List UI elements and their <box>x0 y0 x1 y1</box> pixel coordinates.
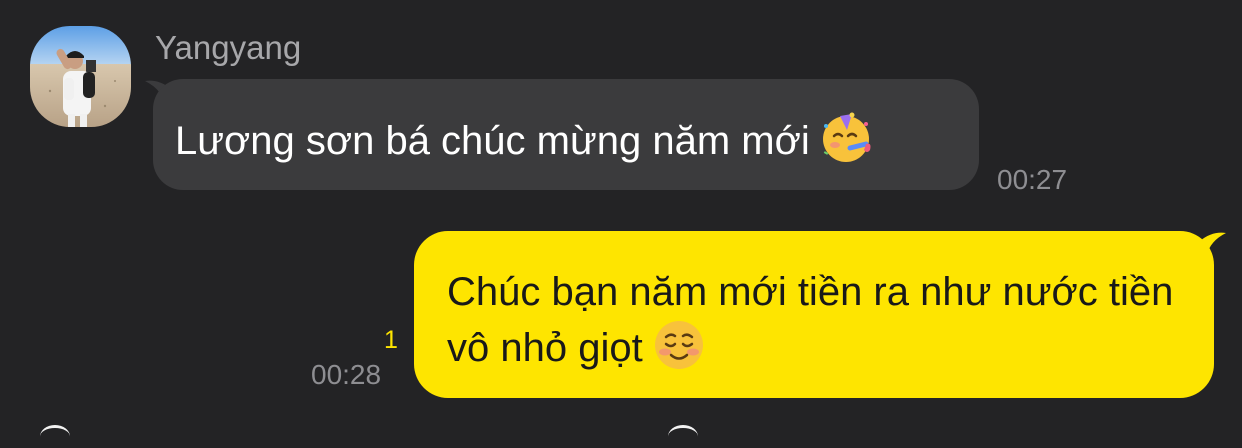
unread-count-badge: 1 <box>384 326 398 354</box>
partying-face-emoji <box>820 112 872 164</box>
next-element-edge <box>668 425 698 448</box>
incoming-message-text: Lương sơn bá chúc mừng năm mới <box>175 119 810 163</box>
incoming-message: Lương sơn bá chúc mừng năm mới <box>175 112 872 164</box>
incoming-message-time: 00:27 <box>997 164 1068 195</box>
next-avatar-edge <box>40 425 70 448</box>
outgoing-message: Chúc bạn năm mới tiền ra như nước tiền v… <box>447 266 1207 375</box>
profile-photo-beach <box>30 26 131 127</box>
incoming-message-bubble[interactable]: Lương sơn bá chúc mừng năm mới <box>153 79 979 190</box>
smiling-face-emoji <box>653 319 705 371</box>
outgoing-message-bubble[interactable]: Chúc bạn năm mới tiền ra như nước tiền v… <box>414 231 1214 398</box>
sender-name: Yangyang <box>155 29 302 66</box>
outgoing-message-text: Chúc bạn năm mới tiền ra như nước tiền v… <box>447 270 1174 370</box>
outgoing-message-time: 00:28 <box>311 359 382 390</box>
sender-avatar[interactable] <box>30 26 131 127</box>
